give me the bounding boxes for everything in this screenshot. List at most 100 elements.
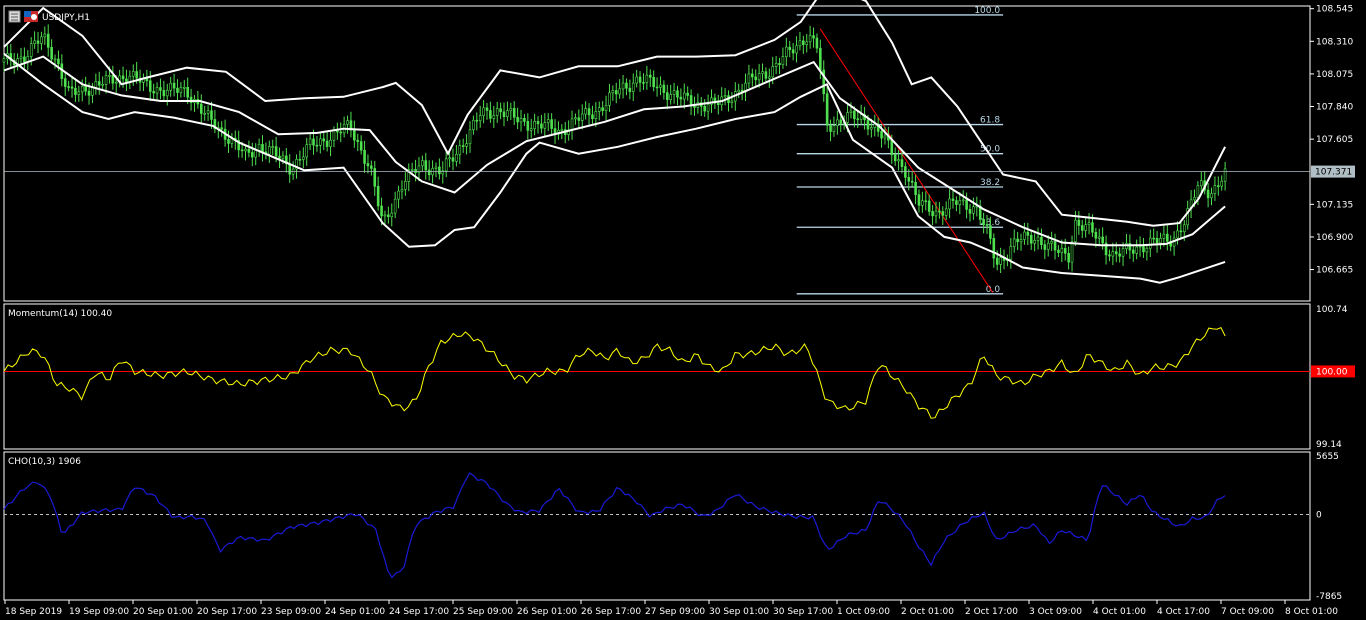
candle-body: [574, 117, 577, 120]
candle-body: [131, 71, 135, 77]
candle-body: [693, 105, 696, 108]
candle-body: [529, 128, 533, 131]
candle-body: [716, 102, 720, 105]
time-tick-label: 3 Oct 09:00: [1029, 607, 1082, 617]
cho-tick-label: -7865: [1316, 592, 1342, 602]
trading-chart[interactable]: 100.061.850.038.223.60.0 107.371108.5451…: [0, 0, 1366, 620]
candle-body: [972, 206, 975, 214]
candle-body: [461, 145, 465, 147]
candle-body: [305, 144, 309, 158]
candle-body: [873, 123, 877, 128]
candle-body: [165, 90, 169, 97]
candle-body: [951, 198, 955, 201]
candle-body: [764, 71, 768, 79]
candle-body: [921, 200, 924, 206]
candle-body: [961, 199, 965, 202]
candle-body: [924, 200, 928, 203]
candle-body: [63, 78, 67, 87]
candle-body: [465, 143, 468, 147]
candle-body: [1223, 168, 1227, 182]
candle-body: [631, 82, 635, 92]
candle-body: [278, 155, 281, 159]
candle-body: [271, 146, 275, 148]
candle-body: [203, 112, 206, 115]
time-tick-label: 7 Oct 09:00: [1221, 607, 1274, 617]
fib-level-label: 61.8: [980, 116, 1000, 126]
candle-body: [1196, 185, 1200, 198]
candle-body: [768, 76, 771, 79]
candle-body: [652, 77, 655, 88]
candle-body: [1220, 180, 1224, 187]
candle-body: [29, 43, 33, 57]
candle-body: [434, 166, 438, 169]
candle-body: [1026, 231, 1030, 236]
candle-body: [336, 130, 339, 133]
candle-body: [836, 119, 839, 127]
price-tick-label: 106.900: [1316, 233, 1353, 243]
candle-body: [798, 40, 802, 47]
candle-body: [451, 157, 455, 162]
candle-body: [1182, 224, 1186, 232]
candle-body: [968, 209, 972, 214]
candle-body: [512, 108, 516, 118]
candle-body: [1179, 230, 1183, 233]
candle-body: [251, 152, 254, 158]
candle-body: [594, 111, 598, 119]
candle-body: [359, 141, 363, 151]
candle-body: [1094, 231, 1098, 239]
candle-body: [927, 200, 931, 212]
window-menu-icon[interactable]: [8, 10, 21, 23]
candle-body: [1101, 236, 1104, 244]
candle-body: [274, 146, 278, 157]
candle-body: [642, 82, 645, 84]
candle-body: [536, 121, 540, 125]
candle-body: [40, 36, 43, 44]
candle-body: [771, 66, 775, 78]
candle-body: [1009, 246, 1013, 260]
fib-level-label: 38.2: [980, 178, 1000, 188]
candle-body: [941, 211, 945, 216]
candle-body: [1165, 233, 1169, 242]
candle-body: [36, 40, 40, 44]
candle-body: [400, 189, 404, 192]
candle-body: [856, 118, 860, 121]
candle-body: [802, 40, 805, 45]
candle-body: [1070, 241, 1074, 263]
candle-body: [815, 37, 819, 49]
candle-body: [614, 90, 618, 95]
time-tick-label: 25 Sep 09:00: [453, 607, 513, 617]
candle-body: [1097, 236, 1101, 239]
candle-body: [179, 87, 183, 93]
time-tick-label: 8 Oct 01:00: [1285, 607, 1338, 617]
candle-body: [825, 93, 829, 126]
candle-body: [74, 87, 77, 95]
candle-body: [91, 87, 94, 96]
candle-body: [172, 82, 176, 89]
candle-body: [227, 139, 230, 144]
candle-body: [176, 87, 179, 93]
candle-body: [19, 56, 23, 59]
candle-body: [560, 129, 564, 131]
candle-body: [1118, 253, 1121, 257]
candle-body: [778, 63, 781, 65]
candle-body: [46, 33, 50, 48]
candle-body: [523, 117, 526, 122]
candle-body: [999, 257, 1002, 265]
candle-body: [839, 119, 843, 124]
candle-body: [1176, 230, 1179, 239]
candle-body: [370, 165, 373, 169]
candle-body: [866, 119, 870, 130]
candle-body: [80, 86, 84, 93]
candle-body: [312, 138, 315, 146]
candle-body: [390, 212, 394, 218]
candle-body: [883, 135, 887, 139]
candle-body: [1019, 239, 1023, 243]
candle-body: [676, 90, 679, 98]
candle-body: [992, 238, 996, 259]
momentum-tick-label: 99.14: [1316, 440, 1342, 450]
candle-body: [757, 73, 761, 81]
candle-body: [302, 156, 305, 160]
candle-body: [832, 125, 836, 132]
candle-body: [339, 131, 343, 134]
candle-body: [543, 122, 547, 129]
